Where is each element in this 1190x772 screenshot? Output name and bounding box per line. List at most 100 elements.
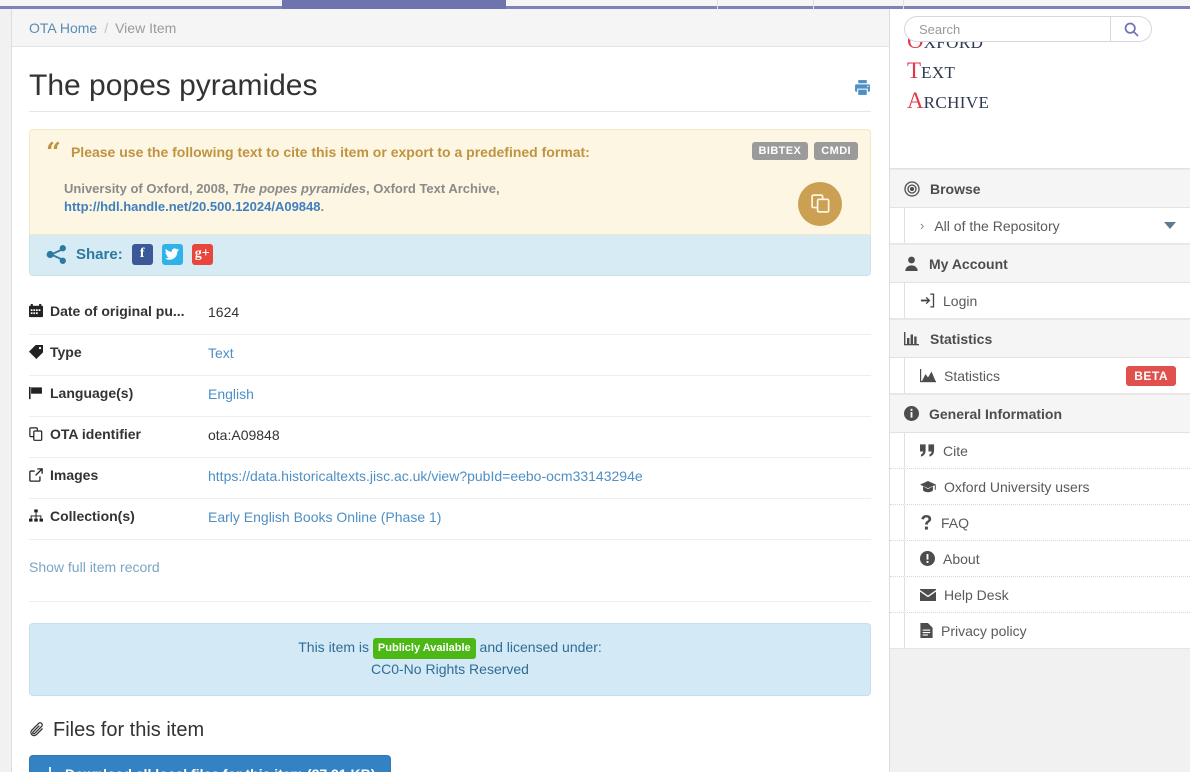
- show-full-item-record-link[interactable]: Show full item record: [29, 559, 160, 575]
- metadata-label-text: Images: [50, 466, 99, 483]
- item-title-row: The popes pyramides: [29, 47, 871, 112]
- graduation-cap-icon: [920, 480, 936, 494]
- metadata-value-link[interactable]: Text: [208, 345, 234, 361]
- sidebar-section-statistics: Statistics: [890, 319, 1190, 358]
- sidebar-item-cite[interactable]: Cite: [890, 433, 1190, 469]
- metadata-value-link[interactable]: English: [208, 386, 254, 402]
- metadata-label-text: Language(s): [50, 384, 134, 401]
- citation-export-badges: BIBTEX CMDI: [751, 142, 858, 160]
- logo-line-archive: ARCHIVE: [907, 87, 1190, 117]
- sidebar-section-title: Statistics: [930, 330, 993, 347]
- sidebar-item-label: Cite: [943, 442, 968, 459]
- bullseye-icon: [904, 180, 920, 197]
- chevron-down-icon[interactable]: [1164, 222, 1176, 229]
- share-label: Share:: [76, 245, 123, 263]
- metadata-list: Date of original pu... 1624 Type Text La…: [29, 294, 871, 540]
- citation-handle-link[interactable]: http://hdl.handle.net/20.500.12024/A0984…: [64, 199, 321, 214]
- metadata-value: Text: [208, 344, 234, 361]
- license-suffix: and licensed under:: [479, 638, 602, 655]
- files-heading-text: Files for this item: [53, 718, 205, 741]
- metadata-value-link[interactable]: Early English Books Online (Phase 1): [208, 509, 441, 525]
- metadata-label-text: Collection(s): [50, 507, 135, 524]
- navbar-active-tab[interactable]: [282, 0, 506, 9]
- license-name-link[interactable]: CC0-No Rights Reserved: [371, 661, 529, 677]
- license-prefix: This item is: [298, 638, 370, 655]
- metadata-label: Images: [29, 467, 208, 483]
- metadata-row-images: Images https://data.historicaltexts.jisc…: [29, 458, 871, 499]
- facebook-glyph: f: [139, 246, 145, 262]
- citation-text-before: University of Oxford, 2008,: [64, 180, 233, 196]
- download-all-files-button[interactable]: Download all local files for this item (…: [29, 754, 392, 772]
- citation-heading-row: “ Please use the following text to cite …: [46, 140, 854, 165]
- metadata-label: Date of original pu...: [29, 303, 208, 319]
- navbar-divider: [813, 0, 814, 9]
- metadata-value: 1624: [208, 303, 240, 320]
- bar-chart-icon: [904, 331, 920, 346]
- content-divider: [29, 600, 871, 602]
- sidebar-section-title: General Information: [929, 405, 1063, 422]
- paperclip-icon: [29, 722, 45, 738]
- sidebar-item-help-desk[interactable]: Help Desk: [890, 577, 1190, 613]
- page-title: The popes pyramides: [29, 69, 318, 102]
- sidebar-item-label: Help Desk: [944, 586, 1009, 603]
- metadata-value: Early English Books Online (Phase 1): [208, 508, 441, 525]
- envelope-icon: [920, 588, 936, 601]
- citation-text: University of Oxford, 2008, The popes py…: [46, 180, 854, 216]
- metadata-value: English: [208, 385, 254, 402]
- sidebar-section-general-information: General Information: [890, 394, 1190, 433]
- sidebar-item-all-of-the-repository[interactable]: › All of the Repository: [890, 208, 1190, 244]
- sidebar-section-title: My Account: [929, 255, 1008, 272]
- beta-badge: BETA: [1126, 365, 1176, 386]
- metadata-value: ota:A09848: [208, 426, 280, 443]
- metadata-label: Type: [29, 344, 208, 360]
- user-icon: [904, 256, 919, 271]
- sidebar-section-browse: Browse: [890, 169, 1190, 208]
- logo-capital: A: [907, 88, 924, 113]
- metadata-label: Collection(s): [29, 508, 208, 524]
- bibtex-button[interactable]: BIBTEX: [751, 142, 809, 160]
- logo-rest: EXT: [921, 63, 956, 82]
- twitter-share-icon[interactable]: [161, 243, 183, 265]
- metadata-value-link[interactable]: https://data.historicaltexts.jisc.ac.uk/…: [208, 468, 643, 484]
- sidebar-item-label: Statistics: [944, 367, 1001, 384]
- metadata-value: https://data.historicaltexts.jisc.ac.uk/…: [208, 467, 643, 484]
- left-gutter: [0, 9, 11, 772]
- logo-line-text: TEXT: [907, 57, 1190, 87]
- googleplus-glyph: g+: [194, 246, 210, 262]
- download-icon: [43, 766, 57, 772]
- sidebar-item-faq[interactable]: FAQ: [890, 505, 1190, 541]
- citation-title-italic: The popes pyramides: [232, 180, 366, 196]
- metadata-row-type: Type Text: [29, 335, 871, 376]
- sidebar-item-login[interactable]: Login: [890, 283, 1190, 319]
- sidebar-item-about[interactable]: About: [890, 541, 1190, 577]
- sidebar-section-my-account: My Account: [890, 244, 1190, 283]
- sidebar-item-label: All of the Repository: [934, 217, 1060, 234]
- external-link-icon: [29, 468, 43, 482]
- sidebar-item-label: Oxford University users: [944, 478, 1090, 495]
- search-button[interactable]: [1110, 16, 1152, 42]
- sidebar-item-oxford-university-users[interactable]: Oxford University users: [890, 469, 1190, 505]
- metadata-label-text: OTA identifier: [50, 425, 141, 442]
- sidebar-section-title: Browse: [930, 180, 981, 197]
- metadata-row-ota-identifier: OTA identifier ota:A09848: [29, 417, 871, 458]
- citation-panel: BIBTEX CMDI “ Please use the following t…: [29, 129, 871, 235]
- metadata-row-language: Language(s) English: [29, 376, 871, 417]
- googleplus-share-icon[interactable]: g+: [191, 243, 213, 265]
- cmdi-button[interactable]: CMDI: [814, 142, 858, 160]
- copy-citation-button[interactable]: [798, 181, 842, 226]
- page-root: OTA Home / View Item The popes pyramides: [0, 0, 1190, 772]
- search-input[interactable]: [904, 16, 1110, 42]
- info-circle-icon: [904, 406, 919, 421]
- calendar-icon: [29, 303, 43, 318]
- sidebar-item-privacy-policy[interactable]: Privacy policy: [890, 613, 1190, 649]
- sidebar-item-statistics[interactable]: Statistics BETA: [890, 358, 1190, 394]
- files-heading: Files for this item: [29, 719, 871, 742]
- citation-text-middle: , Oxford Text Archive,: [366, 180, 500, 196]
- sitemap-icon: [29, 509, 43, 523]
- metadata-row-date: Date of original pu... 1624: [29, 294, 871, 335]
- navbar-divider: [717, 0, 718, 9]
- breadcrumb-home-link[interactable]: OTA Home: [29, 20, 97, 36]
- printer-icon[interactable]: [854, 79, 871, 96]
- sidebar-item-label: Login: [943, 292, 978, 309]
- facebook-share-icon[interactable]: f: [131, 243, 153, 265]
